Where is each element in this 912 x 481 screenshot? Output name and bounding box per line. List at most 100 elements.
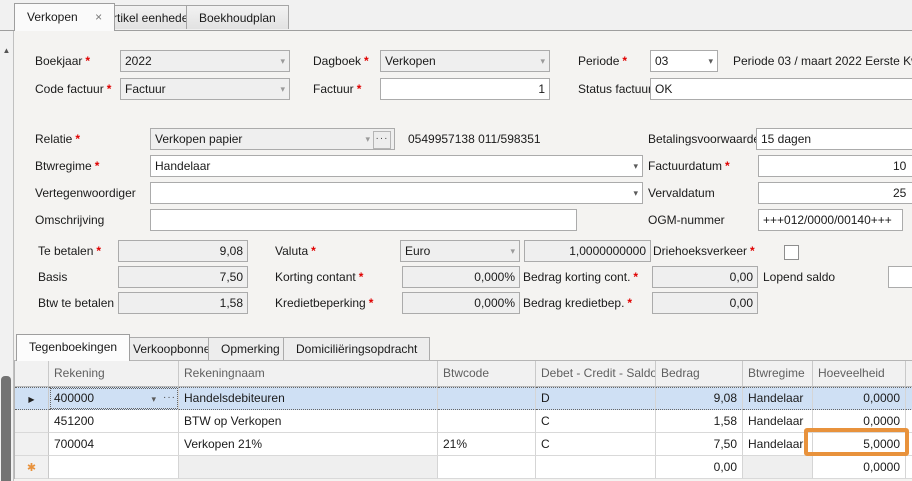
cell-hoeveelheid[interactable]: 0,0000 — [813, 387, 906, 410]
rekening-lookup-button[interactable]: ··· — [163, 391, 176, 405]
cell-dcs[interactable]: D — [536, 387, 656, 410]
cell-rekeningnaam[interactable]: BTW op Verkopen — [179, 410, 438, 433]
betalingsvoorwaarde-label: Betalingsvoorwaarde — [648, 128, 760, 150]
factuurdatum-value: 10 — [893, 155, 906, 177]
cell-dcs[interactable]: C — [536, 410, 656, 433]
scrollbar-thumb[interactable] — [1, 376, 11, 481]
grid-header-btwregime[interactable]: Btwregime — [743, 361, 813, 387]
cell-rekening[interactable]: 700004 — [49, 433, 179, 456]
tab-artikel-eenheden-label: Artikel eenheden — [105, 11, 195, 25]
omschrijving-input[interactable] — [150, 209, 577, 231]
basis-label: Basis — [38, 266, 67, 288]
korting-contant-field[interactable]: 0,000% — [402, 266, 520, 288]
tegenboekingen-grid: Rekening Rekeningnaam Btwcode Debet - Cr… — [14, 360, 912, 479]
vertegenwoordiger-select[interactable]: ▾ — [150, 182, 643, 204]
required-marker: * — [369, 296, 374, 310]
chevron-down-icon: ▾ — [708, 51, 713, 71]
grid-header-rekening[interactable]: Rekening — [49, 361, 179, 387]
code-factuur-select[interactable]: Factuur▾ — [120, 78, 290, 100]
close-icon[interactable]: × — [95, 10, 102, 24]
tab-boekhoudplan[interactable]: Boekhoudplan — [186, 5, 289, 29]
cell-rekening[interactable]: 451200 — [49, 410, 179, 433]
valuta-select[interactable]: Euro▾ — [400, 240, 520, 262]
lopend-saldo-field — [888, 266, 912, 288]
new-row-selector[interactable]: ✱ — [15, 456, 49, 479]
tab-opmerking[interactable]: Opmerking — [208, 337, 293, 360]
cell-rekening[interactable] — [49, 456, 179, 479]
ogm-nummer-label: OGM-nummer — [648, 209, 725, 231]
cell-bedrag[interactable]: 9,08 — [656, 387, 743, 410]
relatie-label: Relatie* — [35, 128, 80, 150]
driehoeksverkeer-checkbox[interactable] — [784, 245, 799, 260]
factuurdatum-input[interactable] — [758, 155, 912, 177]
cell-btwregime[interactable]: Handelaar — [743, 410, 813, 433]
cell-rekening[interactable]: 400000▾··· — [49, 387, 179, 410]
chevron-down-icon: ▾ — [280, 51, 285, 71]
required-marker: * — [359, 270, 364, 284]
row-selector[interactable]: ▶ — [15, 387, 49, 410]
required-marker: * — [622, 54, 627, 68]
grid-header-hoeveelheid[interactable]: Hoeveelheid — [813, 361, 906, 387]
highlight-annotation-box — [804, 428, 909, 456]
ogm-nummer-input[interactable]: +++012/0000/00140+++ — [758, 209, 903, 231]
vervaldatum-value: 25 — [893, 182, 906, 204]
betalingsvoorwaarde-input[interactable]: 15 dagen — [756, 128, 912, 150]
document-tabbar: Verkopen × Artikel eenheden Boekhoudplan — [0, 0, 912, 30]
row-selector[interactable] — [15, 410, 49, 433]
btw-te-betalen-field: 1,58 — [118, 292, 248, 314]
valuta-label: Valuta* — [275, 240, 316, 262]
cell-btwcode[interactable] — [438, 456, 536, 479]
cell-btwcode[interactable] — [438, 410, 536, 433]
kredietbeperking-field[interactable]: 0,000% — [402, 292, 520, 314]
relatie-info-text: 0549957138 011/598351 — [408, 128, 541, 150]
periode-select[interactable]: 03▾ — [650, 50, 718, 72]
cell-btwcode[interactable] — [438, 387, 536, 410]
dagboek-select[interactable]: Verkopen▾ — [380, 50, 550, 72]
relatie-select[interactable]: Verkopen papier▾··· — [150, 128, 395, 150]
cell-btwcode[interactable]: 21% — [438, 433, 536, 456]
required-marker: * — [85, 54, 90, 68]
periode-description: Periode 03 / maart 2022 Eerste Kwart — [733, 50, 912, 72]
cell-btwregime[interactable]: Handelaar — [743, 387, 813, 410]
chevron-down-icon[interactable]: ▾ — [151, 389, 156, 409]
vertegenwoordiger-label: Vertegenwoordiger — [35, 182, 136, 204]
row-selector[interactable] — [15, 433, 49, 456]
required-marker: * — [107, 82, 112, 96]
lopend-saldo-label: Lopend saldo — [763, 266, 835, 288]
boekjaar-select[interactable]: 2022▾ — [120, 50, 290, 72]
btwregime-select[interactable]: Handelaar▾ — [150, 155, 643, 177]
cell-btwregime[interactable]: Handelaar — [743, 433, 813, 456]
boekjaar-label: Boekjaar* — [35, 50, 90, 72]
required-marker: * — [95, 159, 100, 173]
relatie-lookup-button[interactable]: ··· — [373, 131, 391, 149]
status-factuur-input[interactable]: OK — [650, 78, 912, 100]
tab-verkopen[interactable]: Verkopen × — [14, 3, 115, 31]
grid-header-btwcode[interactable]: Btwcode — [438, 361, 536, 387]
tab-tegenboekingen[interactable]: Tegenboekingen — [16, 334, 130, 361]
wisselkoers-field: 1,0000000000 — [524, 240, 651, 262]
grid-header-dcs[interactable]: Debet - Credit - Saldo — [536, 361, 656, 387]
cell-dcs[interactable]: C — [536, 433, 656, 456]
cell-bedrag[interactable]: 1,58 — [656, 410, 743, 433]
chevron-down-icon: ▾ — [365, 129, 370, 149]
cell-dcs[interactable] — [536, 456, 656, 479]
vervaldatum-input[interactable] — [758, 182, 912, 204]
cell-rekeningnaam[interactable]: Handelsdebiteuren — [179, 387, 438, 410]
grid-header-rekeningnaam[interactable]: Rekeningnaam — [179, 361, 438, 387]
te-betalen-field: 9,08 — [118, 240, 248, 262]
required-marker: * — [627, 296, 632, 310]
factuur-input[interactable]: 1 — [380, 78, 550, 100]
cell-rekeningnaam[interactable]: Verkopen 21% — [179, 433, 438, 456]
grid-header-bedrag[interactable]: Bedrag — [656, 361, 743, 387]
bedrag-korting-field[interactable]: 0,00 — [652, 266, 758, 288]
code-factuur-label: Code factuur* — [35, 78, 111, 100]
status-factuur-label: Status factuur* — [578, 78, 660, 100]
cell-bedrag[interactable]: 0,00 — [656, 456, 743, 479]
scroll-up-icon[interactable]: ▲ — [1, 46, 12, 55]
bedrag-kredietbep-field[interactable]: 0,00 — [652, 292, 758, 314]
tab-domicilieringsopdracht[interactable]: Domiciliëringsopdracht — [283, 337, 430, 360]
tab-boekhoudplan-label: Boekhoudplan — [199, 11, 276, 25]
cell-bedrag[interactable]: 7,50 — [656, 433, 743, 456]
cell-hoeveelheid[interactable]: 0,0000 — [813, 456, 906, 479]
cell-rekeningnaam — [179, 456, 438, 479]
